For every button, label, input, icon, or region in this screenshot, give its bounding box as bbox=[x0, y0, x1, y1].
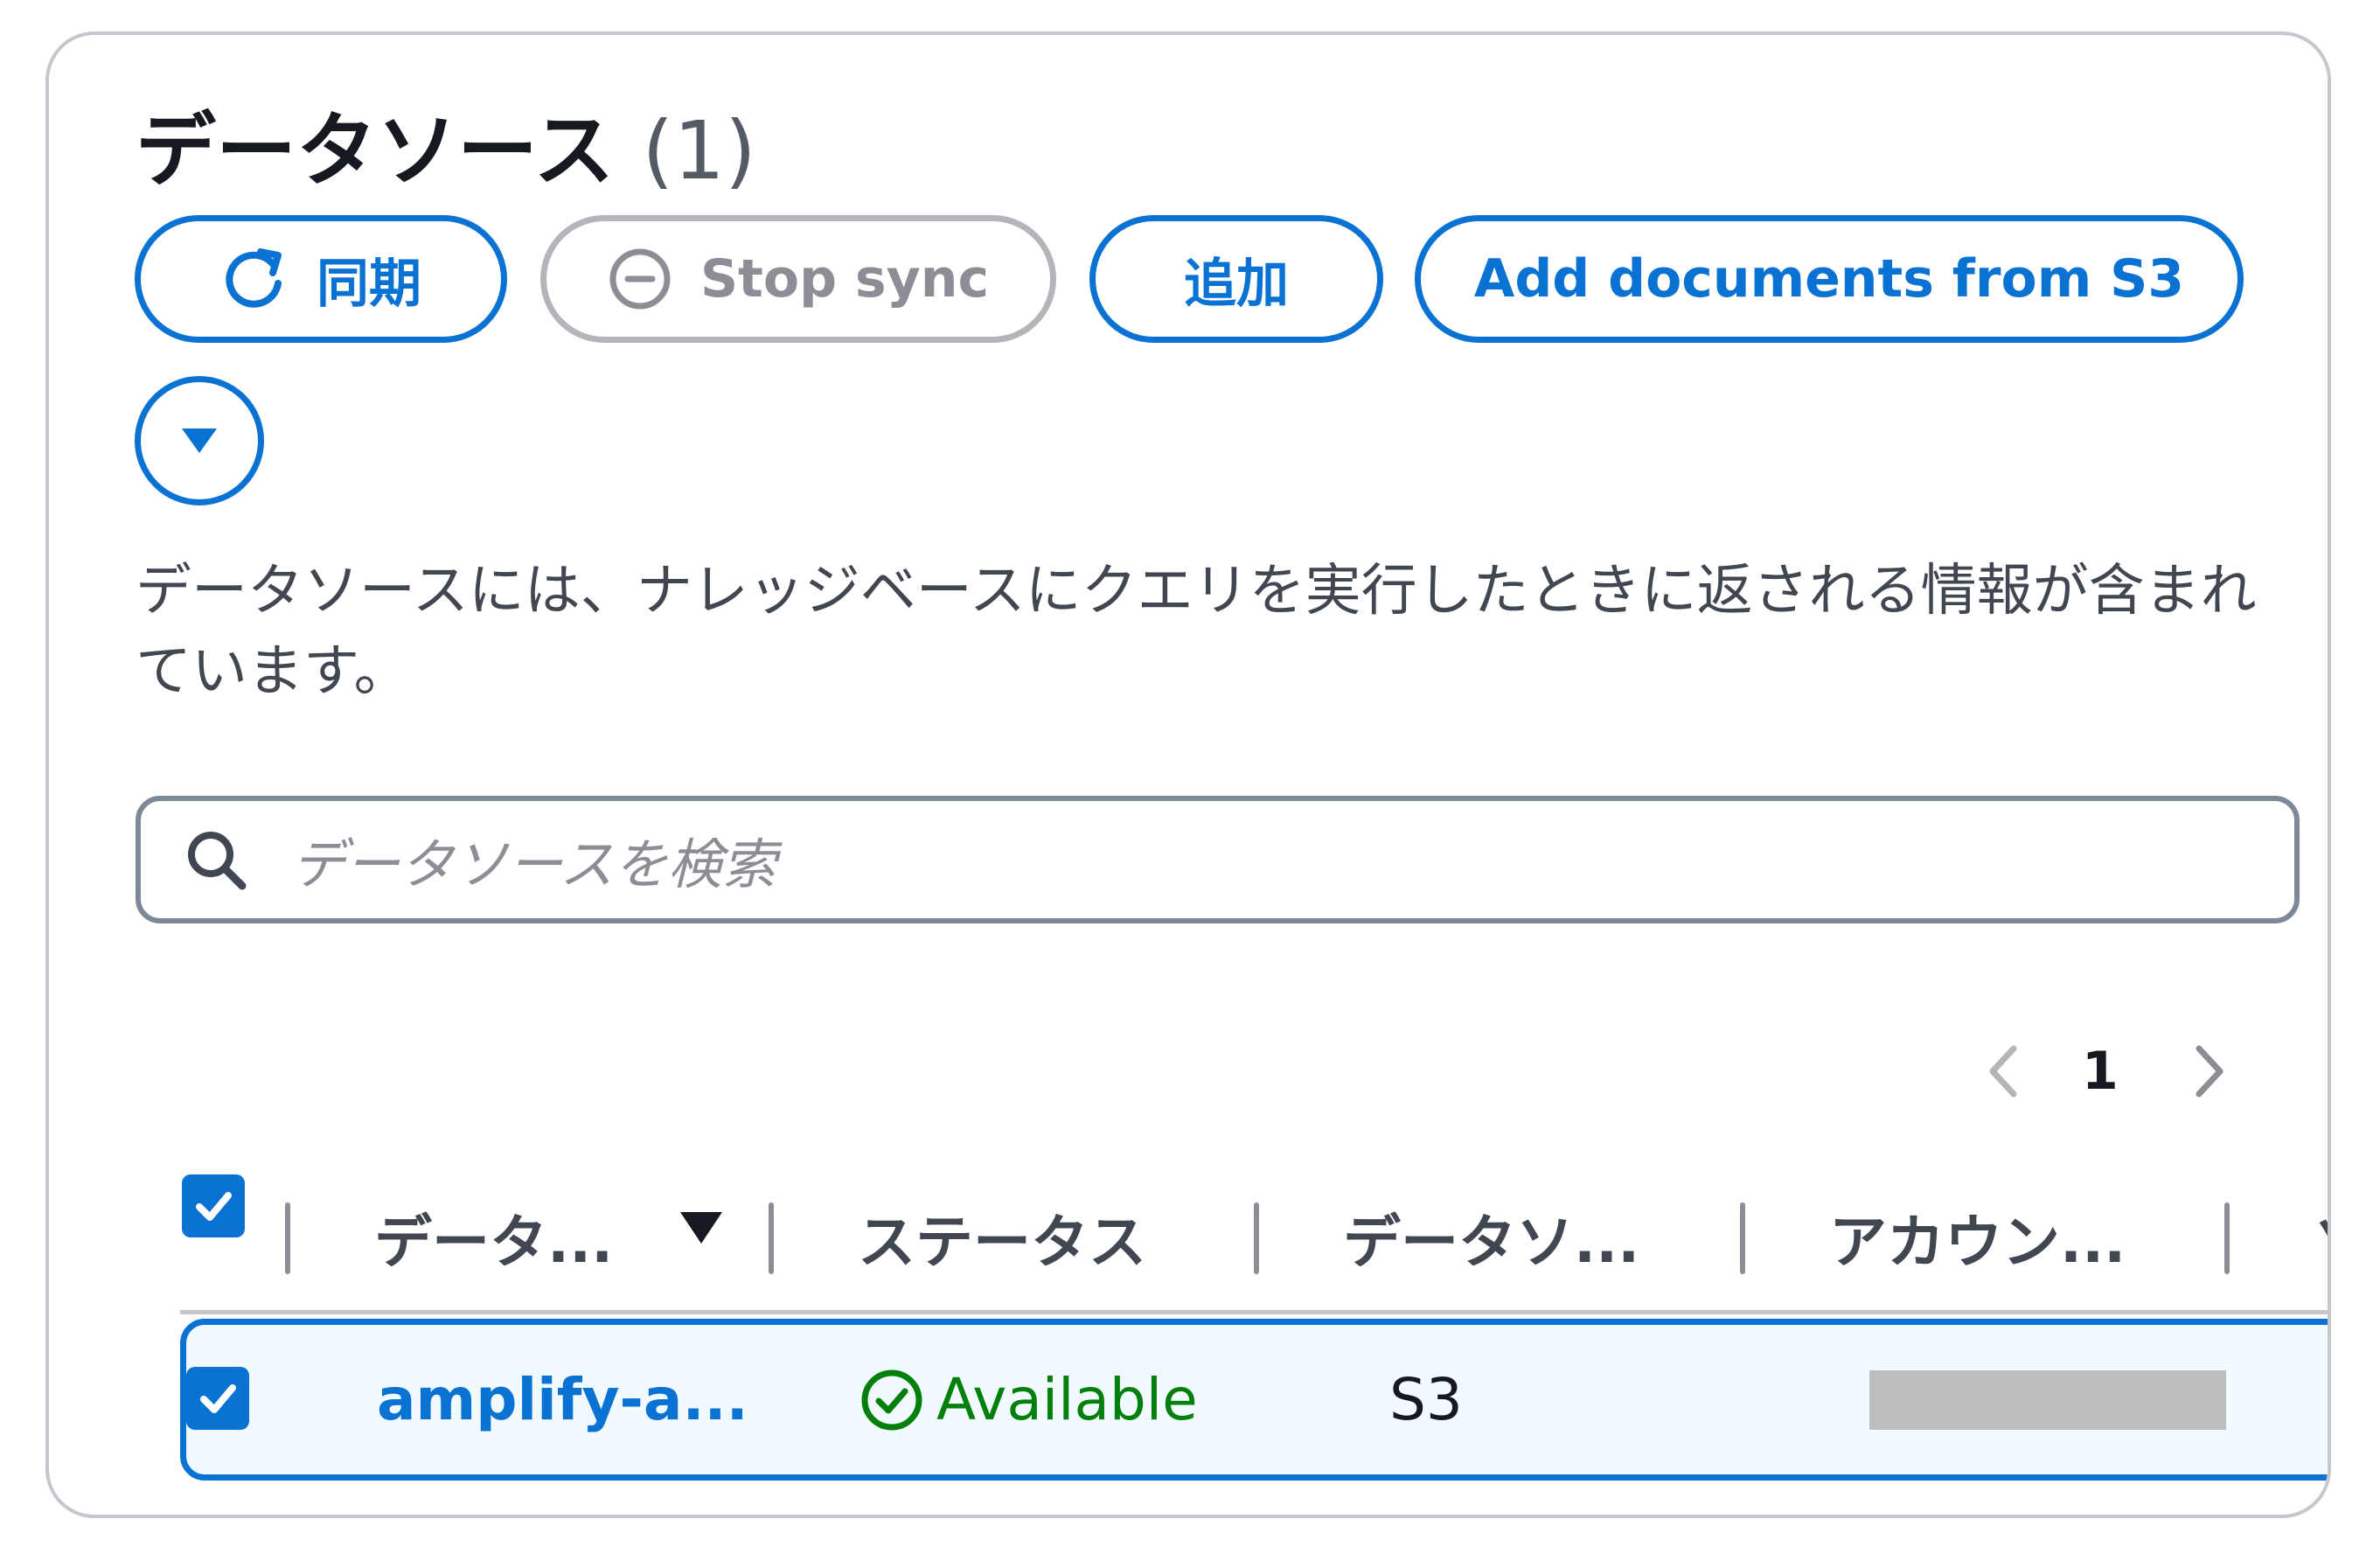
search-field[interactable]: データソースを検索 bbox=[136, 796, 2300, 923]
source-type-cell: S3 bbox=[1389, 1366, 1463, 1433]
column-header-name[interactable]: データ... bbox=[374, 1181, 613, 1294]
caret-down-icon bbox=[178, 425, 220, 456]
table-header-divider bbox=[180, 1310, 2328, 1314]
status-badge: Available bbox=[859, 1325, 1198, 1474]
row-checkbox[interactable] bbox=[186, 1367, 249, 1430]
data-source-name-link[interactable]: amplify-a... bbox=[377, 1325, 748, 1474]
title-count: (1) bbox=[642, 104, 756, 198]
column-separator[interactable] bbox=[1254, 1202, 1259, 1274]
stop-sync-button[interactable]: Stop sync bbox=[540, 215, 1056, 343]
column-header-name-label: データ... bbox=[374, 1209, 614, 1276]
search-icon bbox=[184, 828, 247, 891]
status-available-icon bbox=[859, 1368, 924, 1432]
search-input[interactable]: データソースを検索 bbox=[291, 820, 776, 899]
select-all-checkbox[interactable] bbox=[182, 1174, 245, 1237]
add-s3-label: Add documents from S3 bbox=[1473, 248, 2185, 310]
table-row[interactable]: amplify-a... Available S3 s3 bbox=[180, 1319, 2328, 1481]
pagination: 1 bbox=[1986, 1032, 2227, 1111]
add-button[interactable]: 追加 bbox=[1089, 215, 1383, 343]
column-header-source-partial[interactable]: ソ bbox=[2314, 1181, 2328, 1294]
add-label: 追加 bbox=[1184, 253, 1289, 315]
column-header-source-type[interactable]: データソ... bbox=[1343, 1181, 1639, 1294]
page-number[interactable]: 1 bbox=[2082, 1041, 2119, 1102]
column-header-account[interactable]: アカウン... bbox=[1829, 1181, 2126, 1294]
horizontal-scrollbar[interactable] bbox=[110, 1516, 1098, 1518]
add-documents-s3-button[interactable]: Add documents from S3 bbox=[1415, 215, 2244, 343]
sync-button[interactable]: 同期 bbox=[135, 215, 507, 343]
checkmark-icon bbox=[200, 1384, 236, 1413]
column-separator[interactable] bbox=[2224, 1202, 2230, 1274]
column-separator[interactable] bbox=[769, 1202, 774, 1274]
chevron-left-icon[interactable] bbox=[1986, 1043, 2021, 1099]
column-header-status-label: ステータス bbox=[858, 1209, 1146, 1276]
refresh-icon bbox=[220, 245, 289, 313]
status-text: Available bbox=[936, 1366, 1198, 1433]
account-redacted bbox=[1869, 1370, 2226, 1430]
column-separator[interactable] bbox=[1740, 1202, 1745, 1274]
description-text: データソースには、ナレッジベースにクエリを実行したときに返される情報が含まれてい… bbox=[136, 559, 2257, 704]
sort-desc-icon[interactable] bbox=[677, 1209, 726, 1247]
column-separator[interactable] bbox=[285, 1202, 290, 1274]
column-header-source-type-label: データソ... bbox=[1343, 1209, 1640, 1276]
page-title: データソース (1) bbox=[136, 103, 756, 199]
data-source-panel: データソース (1) 同期 Stop sync 追加 Add documents… bbox=[45, 31, 2331, 1518]
more-actions-dropdown[interactable] bbox=[135, 376, 264, 505]
stop-icon bbox=[608, 247, 672, 311]
column-header-source-partial-label: ソ bbox=[2314, 1195, 2328, 1279]
checkmark-icon bbox=[196, 1192, 232, 1221]
chevron-right-icon[interactable] bbox=[2192, 1043, 2227, 1099]
column-header-account-label: アカウン... bbox=[1829, 1209, 2126, 1276]
sync-label: 同期 bbox=[317, 253, 421, 315]
stop-sync-label: Stop sync bbox=[699, 248, 990, 310]
column-header-status[interactable]: ステータス bbox=[858, 1181, 1146, 1294]
title-text: データソース bbox=[136, 104, 615, 198]
